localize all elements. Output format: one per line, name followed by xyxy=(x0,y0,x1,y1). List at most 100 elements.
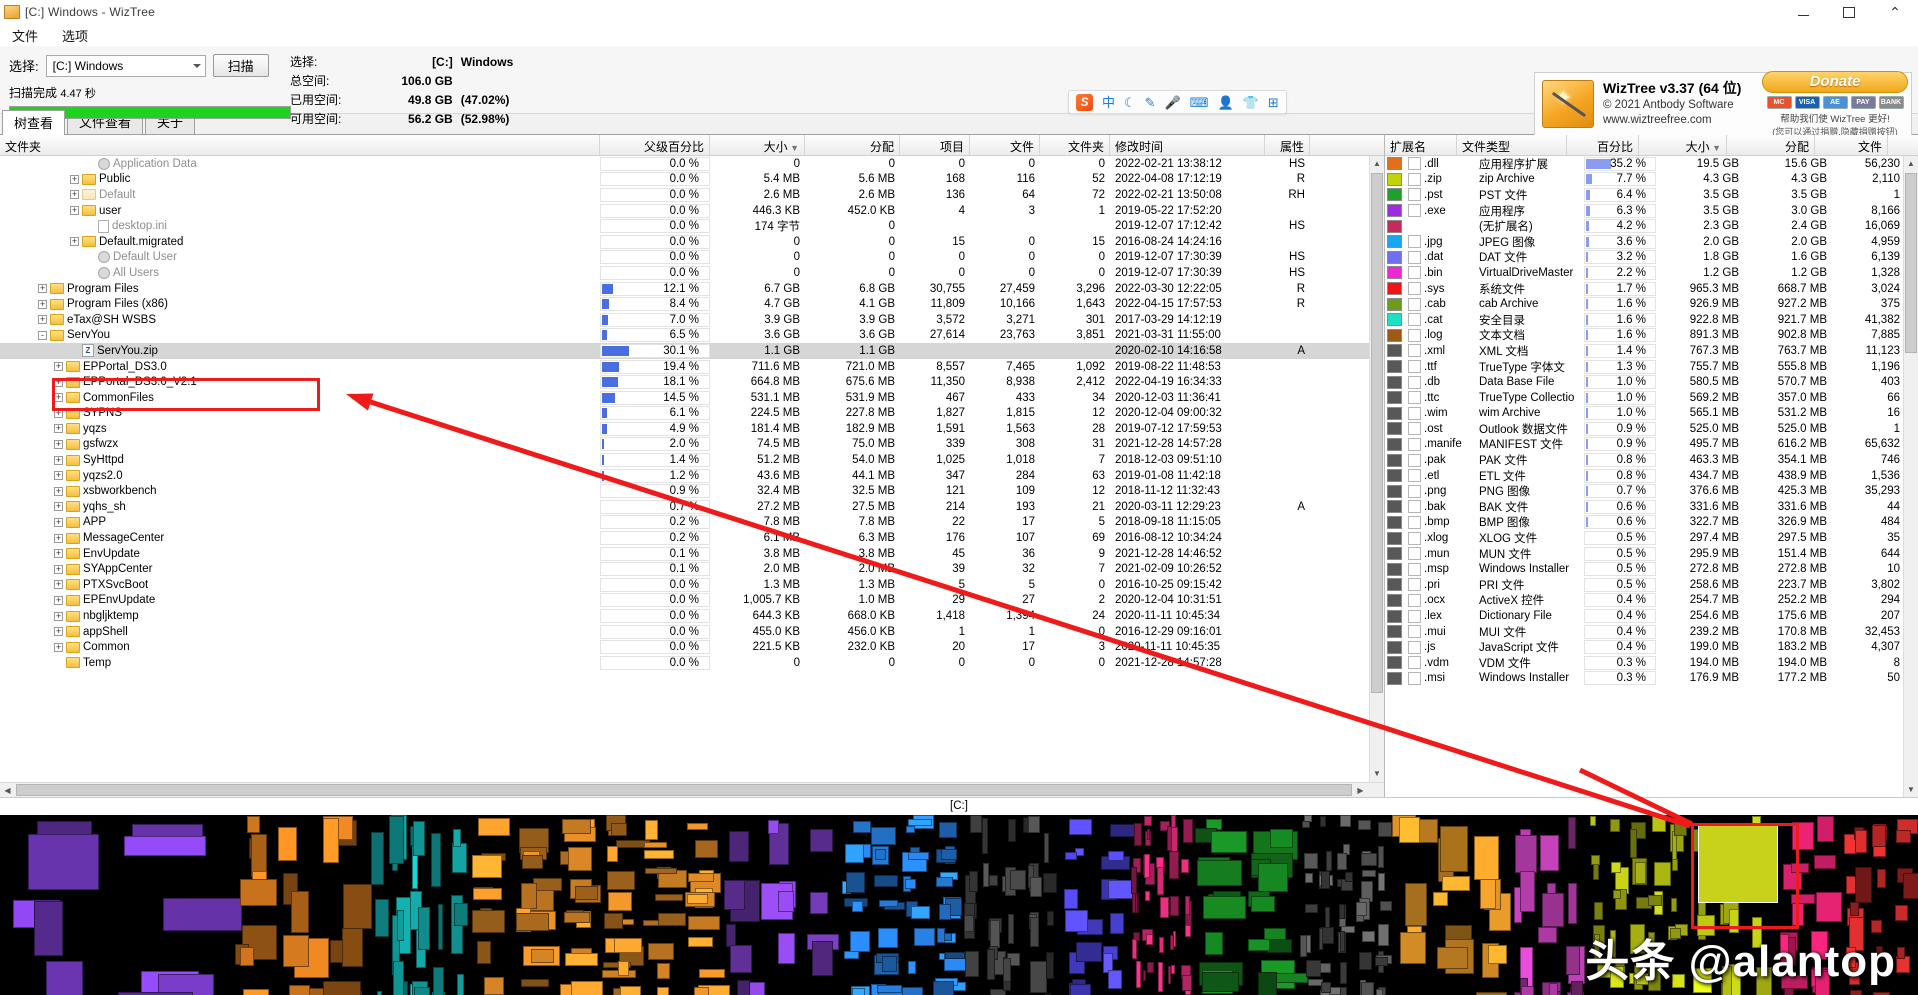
treemap-tile[interactable] xyxy=(433,966,444,995)
treemap-tile[interactable] xyxy=(1877,868,1886,888)
treemap-tile[interactable] xyxy=(687,937,713,947)
treemap-tile[interactable] xyxy=(1816,892,1843,923)
tree-node[interactable]: + EPPortal_DS3.0_V2.1 xyxy=(0,376,600,388)
expand-icon[interactable]: + xyxy=(54,424,63,434)
tree-hscrollbar[interactable]: ◀ ▶ xyxy=(0,782,1384,797)
treemap-tile[interactable] xyxy=(1357,820,1372,830)
tree-node[interactable]: - ServYou xyxy=(0,329,600,341)
treemap-tile[interactable] xyxy=(644,820,658,840)
table-row[interactable]: .dat DAT 文件 3.2 % 1.8 GB 1.6 GB 6,139 xyxy=(1385,250,1918,266)
treemap-tile[interactable] xyxy=(873,874,898,888)
treemap-tile[interactable] xyxy=(657,912,687,927)
table-row[interactable]: + Default 0.0 % 2.6 MB 2.6 MB 136 64 72 2022-02-… xyxy=(0,187,1384,203)
treemap-tile[interactable] xyxy=(643,842,667,849)
treemap-tile[interactable] xyxy=(606,846,618,862)
treemap-tile[interactable] xyxy=(1320,871,1331,890)
table-row[interactable]: + appShell 0.0 % 455.0 KB 456.0 KB 1 1 0 2016-12… xyxy=(0,624,1384,640)
table-row[interactable]: .log 文本文档 1.6 % 891.3 MB 902.8 MB 7,885 xyxy=(1385,328,1918,344)
table-row[interactable]: + EnvUpdate 0.1 % 3.8 MB 3.8 MB 45 36 9 2021-12-… xyxy=(0,546,1384,562)
table-row[interactable]: .ost Outlook 数据文件 0.9 % 525.0 MB 525.0 MB 1 xyxy=(1385,421,1918,437)
treemap-tile[interactable] xyxy=(563,912,590,924)
tree-node[interactable]: + appShell xyxy=(0,626,600,638)
treemap-tile[interactable] xyxy=(1202,972,1239,992)
treemap-tile[interactable] xyxy=(1007,819,1016,842)
treemap-tile[interactable] xyxy=(1629,829,1637,858)
treemap-tile[interactable] xyxy=(568,846,593,872)
treemap-tile[interactable] xyxy=(1184,924,1191,937)
treemap-tile[interactable] xyxy=(1360,982,1375,995)
treemap-tile[interactable] xyxy=(412,821,426,856)
treemap-tile[interactable] xyxy=(1319,962,1332,974)
expand-icon[interactable]: + xyxy=(70,237,79,247)
treemap-tile[interactable] xyxy=(908,852,930,861)
tab-tree-view[interactable]: 树查看 xyxy=(2,110,66,135)
treemap-tile[interactable] xyxy=(1076,942,1102,963)
treemap-tile[interactable] xyxy=(1303,852,1318,869)
treemap-tile[interactable] xyxy=(1441,875,1471,891)
treemap-tile[interactable] xyxy=(1110,824,1137,837)
scroll-up-icon[interactable]: ▲ xyxy=(1370,156,1384,171)
treemap-tile[interactable] xyxy=(648,942,675,960)
treemap-tile[interactable] xyxy=(1567,816,1577,849)
treemap-tile[interactable] xyxy=(1306,960,1321,977)
ime-microphone-icon[interactable]: 🎤 xyxy=(1165,96,1181,109)
treemap-tile[interactable] xyxy=(1170,896,1179,916)
treemap-tile[interactable] xyxy=(1257,863,1288,893)
filetype-vscrollbar[interactable]: ▲ ▼ xyxy=(1903,156,1918,797)
expand-icon[interactable]: + xyxy=(70,190,79,200)
expand-icon[interactable]: + xyxy=(54,595,63,605)
treemap-tile[interactable] xyxy=(874,848,886,860)
treemap-tile[interactable] xyxy=(1107,851,1125,861)
treemap-tile[interactable] xyxy=(729,945,752,974)
table-row[interactable]: Application Data 0.0 % 0 0 0 0 0 2022-02-21 13:… xyxy=(0,156,1384,172)
tree-node[interactable]: + gsfwzx xyxy=(0,438,600,450)
column-header-属性[interactable]: 属性 xyxy=(1265,135,1310,155)
treemap-tile[interactable] xyxy=(1070,983,1091,995)
table-row[interactable]: .zip zip Archive 7.7 % 4.3 GB 4.3 GB 2,110 xyxy=(1385,172,1918,188)
table-row[interactable]: .xlog XLOG 文件 0.5 % 297.4 MB 297.5 MB 35 xyxy=(1385,530,1918,546)
tree-node[interactable]: Temp xyxy=(0,657,600,669)
tree-node[interactable]: + PTXSvcBoot xyxy=(0,579,600,591)
treemap-tile[interactable] xyxy=(936,876,954,887)
treemap-tile[interactable] xyxy=(389,815,405,864)
treemap-tile[interactable] xyxy=(1182,818,1193,843)
table-row[interactable]: .exe 应用程序 6.3 % 3.5 GB 3.0 GB 8,166 xyxy=(1385,203,1918,219)
treemap-tile[interactable] xyxy=(1108,879,1133,900)
table-row[interactable]: .pri PRI 文件 0.5 % 258.6 MB 223.7 MB 3,802 xyxy=(1385,577,1918,593)
treemap-tile[interactable] xyxy=(375,899,390,937)
treemap-tile[interactable] xyxy=(283,935,310,967)
table-row[interactable]: All Users 0.0 % 0 0 0 0 0 2019-12-07 17:30:39 HS xyxy=(0,265,1384,281)
tree-node[interactable]: + EnvUpdate xyxy=(0,548,600,560)
column-header-大小[interactable]: 大小 ▼ xyxy=(710,135,805,155)
table-row[interactable]: + EPEnvUpdate 0.0 % 1,005.7 KB 1.0 MB 29 27 2 20… xyxy=(0,593,1384,609)
treemap-tile[interactable] xyxy=(323,818,339,863)
tree-node[interactable]: + CommonFiles xyxy=(0,392,600,404)
treemap-tile[interactable] xyxy=(242,989,269,995)
treemap-tile[interactable] xyxy=(1258,972,1278,995)
treemap-tile[interactable] xyxy=(1145,891,1151,902)
treemap-tile[interactable] xyxy=(1003,957,1011,982)
treemap-tile[interactable] xyxy=(1247,939,1271,952)
treemap-tile[interactable] xyxy=(1045,951,1055,979)
table-row[interactable]: + user 0.0 % 446.3 KB 452.0 KB 4 3 1 2019-05-22 … xyxy=(0,203,1384,219)
treemap-tile[interactable] xyxy=(342,928,363,968)
table-row[interactable]: .sys 系统文件 1.7 % 965.3 MB 668.7 MB 3,024 xyxy=(1385,281,1918,297)
treemap-tile[interactable] xyxy=(473,888,502,900)
treemap-tile[interactable] xyxy=(1520,986,1535,995)
treemap-tile[interactable] xyxy=(604,937,616,954)
treemap-tile[interactable] xyxy=(521,978,549,987)
treemap-tile[interactable] xyxy=(477,941,492,964)
treemap-tile[interactable] xyxy=(1593,862,1600,880)
tree-node[interactable]: + nbgljktemp xyxy=(0,610,600,622)
treemap-tile[interactable] xyxy=(478,817,511,837)
tree-node[interactable]: + SyHttpd xyxy=(0,454,600,466)
expand-icon[interactable]: + xyxy=(54,549,63,559)
treemap-tile[interactable] xyxy=(515,913,549,931)
table-row[interactable]: .etl ETL 文件 0.8 % 434.7 MB 438.9 MB 1,536 xyxy=(1385,468,1918,484)
table-row[interactable]: + CommonFiles 14.5 % 531.1 MB 531.9 MB 467 433… xyxy=(0,390,1384,406)
table-row[interactable]: + yqhs_sh 0.7 % 27.2 MB 27.5 MB 214 193 21 2020-… xyxy=(0,499,1384,515)
treemap-tile[interactable] xyxy=(914,928,935,946)
treemap-tile[interactable] xyxy=(1568,882,1578,924)
treemap-tile[interactable] xyxy=(608,892,632,911)
treemap-tile[interactable] xyxy=(1375,957,1389,967)
